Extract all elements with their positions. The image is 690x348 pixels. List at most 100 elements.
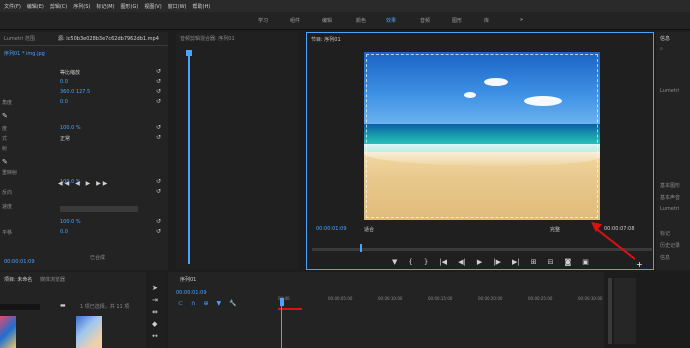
menu-item[interactable]: 图形(G) (121, 3, 139, 10)
workspace-tab-effects[interactable]: 效果 (386, 17, 396, 24)
program-playhead[interactable] (360, 244, 362, 252)
play-icon[interactable]: ▶ (477, 258, 482, 268)
menu-item[interactable]: 编辑(E) (27, 3, 44, 10)
tree-item[interactable]: Lumetri (660, 88, 679, 94)
effect-property-value[interactable]: 100.0 % (60, 125, 81, 131)
snap-icon[interactable]: ∩ (191, 300, 195, 307)
mark-in-icon[interactable]: { (408, 258, 412, 268)
panel-basic-sound[interactable]: 基本声音 (660, 194, 680, 201)
tab-media-browser[interactable]: 媒体浏览器 (40, 276, 65, 283)
menu-item[interactable]: 窗口(W) (168, 3, 187, 10)
playhead[interactable] (188, 54, 190, 264)
reset-icon[interactable]: ↺ (156, 124, 161, 131)
settings-icon[interactable]: 🔧 (229, 300, 236, 307)
tab-project[interactable]: 项目: 未命名 (4, 276, 32, 283)
keyframe-nav-icon[interactable]: ◀◀ ◀ ▶ ▶▶ (58, 180, 109, 187)
reset-icon[interactable]: ↺ (156, 218, 161, 225)
step-back-icon[interactable]: ◀| (458, 258, 466, 268)
add-marker-icon[interactable]: ▼ (216, 300, 221, 307)
extract-icon[interactable]: ⊟ (548, 258, 554, 268)
effect-property-value[interactable]: 正常 (60, 135, 70, 142)
tab-source[interactable]: 源: ic50b3e028b3e7c62db7962db1.mp4 (58, 35, 159, 42)
workspace-tab-learn[interactable]: 学习 (258, 17, 268, 24)
timeline-playhead[interactable] (280, 298, 284, 306)
lift-icon[interactable]: ⊞ (531, 258, 537, 268)
nest-icon[interactable]: ⊂ (178, 300, 183, 307)
go-to-in-icon[interactable]: |◀ (439, 258, 447, 268)
effect-property-value[interactable]: 0.0 (60, 79, 68, 85)
effect-property-value[interactable]: 等比缩放 (60, 69, 80, 76)
tab-audio-mixer[interactable]: 音频剪辑混合器: 序列01 (180, 35, 235, 42)
reset-icon[interactable]: ↺ (156, 134, 161, 141)
timeline-tick-label: 00:00:05:00 (328, 296, 353, 301)
mark-out-icon[interactable]: } (424, 258, 428, 268)
folder-icon[interactable]: ▬ (60, 302, 66, 309)
reset-icon[interactable]: ↺ (156, 98, 161, 105)
menu-item[interactable]: 序列(S) (73, 3, 90, 10)
menu-item[interactable]: 标记(M) (96, 3, 114, 10)
timeline-current-time[interactable]: 00:00:01:09 (176, 290, 207, 296)
timeline-sequence-tab[interactable]: 序列01 (180, 276, 196, 283)
razor-tool-icon[interactable]: ◆ (152, 320, 157, 328)
selection-tool-icon[interactable]: ➤ (152, 284, 158, 292)
tab-lumetri-scopes[interactable]: Lumetri 范围 (4, 35, 35, 42)
menu-item[interactable]: 帮助(H) (193, 3, 211, 10)
workspace-tab-color[interactable]: 颜色 (356, 17, 366, 24)
comparison-icon[interactable]: ▣ (582, 258, 589, 268)
workspace-tab-graphics[interactable]: 图形 (452, 17, 462, 24)
timeline-tick-label: 00:00:30:00 (578, 296, 603, 301)
reset-icon[interactable]: ↺ (156, 78, 161, 85)
pen-icon[interactable]: ✎ (2, 112, 8, 120)
panel-markers[interactable]: 标记 (660, 230, 670, 237)
menu-item[interactable]: 剪辑(C) (50, 3, 67, 10)
project-search-input[interactable] (0, 304, 40, 310)
effect-property-row: 度 100.0 % (0, 124, 168, 132)
ripple-edit-icon[interactable]: ⇹ (152, 308, 158, 316)
composite-checkbox-label[interactable]: 已合成 (90, 254, 105, 261)
media-thumbnail[interactable] (0, 316, 16, 348)
program-video-frame (364, 52, 600, 220)
search-icon[interactable]: ⌕ (660, 46, 663, 52)
pen-icon[interactable]: ✎ (2, 158, 8, 166)
quality-dropdown[interactable]: 完整 (550, 226, 560, 233)
more-workspaces-icon[interactable]: » (520, 17, 523, 23)
effect-property-row (0, 154, 168, 162)
media-thumbnail[interactable] (76, 316, 102, 348)
slip-tool-icon[interactable]: ↔ (152, 332, 158, 340)
reset-icon[interactable]: ↺ (156, 228, 161, 235)
linked-selection-icon[interactable]: ⊕ (203, 300, 208, 307)
export-frame-icon[interactable]: ◙ (564, 258, 571, 268)
reset-icon[interactable]: ↺ (156, 68, 161, 75)
go-to-out-icon[interactable]: ▶| (512, 258, 520, 268)
effect-property-value[interactable]: 360.0 127.5 (60, 89, 90, 95)
panel-basic-graphics[interactable]: 基本图形 (660, 182, 680, 189)
panel-info[interactable]: 信息 (660, 254, 670, 261)
program-scrub-bar[interactable] (312, 248, 652, 251)
effect-property-value[interactable]: 0.0 (60, 99, 68, 105)
timeline-playhead-line[interactable] (281, 306, 282, 348)
track-select-icon[interactable]: ⇥ (152, 296, 158, 304)
workspace-tab-editing[interactable]: 编辑 (322, 17, 332, 24)
workspace-tab-audio[interactable]: 音频 (420, 17, 430, 24)
menu-item[interactable]: 文件(F) (4, 3, 21, 10)
workspace-tab-libraries[interactable]: 库 (484, 17, 489, 24)
step-forward-icon[interactable]: |▶ (493, 258, 501, 268)
marker-icon[interactable]: ▼ (392, 258, 397, 268)
fit-dropdown[interactable]: 适合 (364, 226, 374, 233)
menu-item[interactable]: 视图(V) (144, 3, 161, 10)
effect-property-row: 反向 (0, 188, 168, 196)
playhead-handle[interactable] (186, 50, 192, 56)
effect-property-row: 角度 0.0 (0, 98, 168, 106)
reset-icon[interactable]: ↺ (156, 88, 161, 95)
workspace-tab-assembly[interactable]: 组件 (290, 17, 300, 24)
reset-icon[interactable]: ↺ (156, 188, 161, 195)
panel-history[interactable]: 历史记录 (660, 242, 680, 249)
panel-lumetri[interactable]: Lumetri (660, 206, 679, 212)
add-button-icon[interactable]: + (636, 260, 643, 269)
program-current-time[interactable]: 00:00:01:09 (316, 226, 347, 232)
effect-property-value[interactable]: 100.0 % (60, 219, 81, 225)
effect-controls-timeline: 音频剪辑混合器: 序列01 (176, 32, 298, 270)
timeline-panel: 序列01 00:00:01:09 ⊂ ∩ ⊕ ▼ 🔧 00:0000:00:05… (168, 272, 604, 348)
reset-icon[interactable]: ↺ (156, 178, 161, 185)
effect-property-value[interactable]: 0.0 (60, 229, 68, 235)
